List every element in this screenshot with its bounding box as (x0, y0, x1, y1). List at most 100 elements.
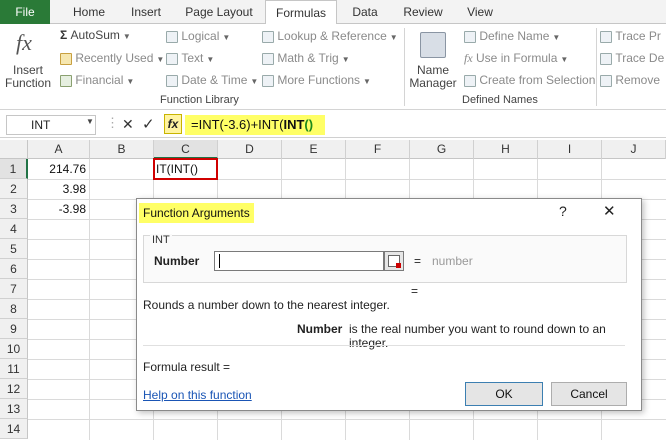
lookup-reference-button[interactable]: Lookup & Reference ▼ (262, 29, 398, 43)
calendar-icon (166, 74, 178, 87)
collapse-dialog-button[interactable] (384, 251, 404, 271)
row-header-5[interactable]: 5 (0, 239, 28, 259)
tab-view[interactable]: View (458, 0, 502, 24)
cancel-x-icon[interactable]: ✕ (122, 116, 134, 133)
help-link[interactable]: Help on this function (143, 388, 252, 402)
row-header-9[interactable]: 9 (0, 319, 28, 339)
column-header-d[interactable]: D (218, 140, 282, 159)
row-header-8[interactable]: 8 (0, 299, 28, 319)
autosum-label: AutoSum (70, 28, 120, 42)
select-all-corner[interactable] (0, 140, 28, 159)
argument-group: INT Number = number (143, 234, 627, 283)
financial-button[interactable]: Financial ▼ (60, 73, 134, 87)
ok-button[interactable]: OK (465, 382, 543, 406)
logical-label: Logical (181, 29, 220, 43)
cell-a3[interactable]: -3.98 (28, 199, 86, 219)
row-header-12[interactable]: 12 (0, 379, 28, 399)
tab-insert[interactable]: Insert (122, 0, 170, 24)
cell-a1[interactable]: 214.76 (28, 159, 86, 179)
row-header-2[interactable]: 2 (0, 179, 28, 199)
row-header-14[interactable]: 14 (0, 419, 28, 439)
dialog-title: Function Arguments (139, 203, 254, 223)
name-manager-icon (420, 32, 446, 58)
create-from-selection-button[interactable]: Create from Selection (464, 73, 595, 87)
recently-used-button[interactable]: Recently Used ▼ (60, 51, 164, 65)
date-time-button[interactable]: Date & Time ▼ (166, 73, 258, 87)
cell-c1-active[interactable]: IT(INT() (153, 158, 218, 180)
cancel-button[interactable]: Cancel (551, 382, 627, 406)
name-box-dropdown-icon[interactable]: ▼ (86, 117, 94, 126)
more-functions-button[interactable]: More Functions ▼ (262, 73, 371, 87)
grid-icon (464, 74, 476, 87)
lookup-icon (262, 30, 274, 43)
row-header-1[interactable]: 1 (0, 159, 28, 179)
chevron-down-icon: ▼ (341, 55, 350, 64)
enter-check-icon[interactable]: ✓ (142, 115, 155, 133)
formula-result-label: Formula result = (143, 360, 231, 374)
define-name-label: Define Name (479, 29, 550, 43)
use-in-formula-label: Use in Formula (476, 51, 558, 65)
recently-used-label: Recently Used (75, 51, 154, 65)
row-header-10[interactable]: 10 (0, 339, 28, 359)
tab-review[interactable]: Review (396, 0, 450, 24)
column-header-b[interactable]: B (90, 140, 154, 159)
column-header-f[interactable]: F (346, 140, 410, 159)
text-cursor (219, 254, 220, 268)
cell-a2[interactable]: 3.98 (28, 179, 86, 199)
column-header-i[interactable]: I (538, 140, 602, 159)
row-header-7[interactable]: 7 (0, 279, 28, 299)
row-header-11[interactable]: 11 (0, 359, 28, 379)
row-header-13[interactable]: 13 (0, 399, 28, 419)
close-icon[interactable]: ✕ (603, 202, 616, 220)
trace-dependents-button[interactable]: Trace De (600, 51, 664, 65)
logical-button[interactable]: Logical ▼ (166, 29, 230, 43)
create-from-selection-label: Create from Selection (479, 73, 596, 87)
column-header-g[interactable]: G (410, 140, 474, 159)
tab-home[interactable]: Home (66, 0, 112, 24)
tab-file[interactable]: File (0, 0, 50, 24)
row-header-3[interactable]: 3 (0, 199, 28, 219)
ribbon-formulas: fx Insert Function Σ AutoSum ▼ Recently U… (0, 24, 666, 110)
column-header-a[interactable]: A (28, 140, 90, 159)
trace-precedents-button[interactable]: Trace Pr (600, 29, 661, 43)
chevron-down-icon: ▼ (560, 55, 569, 64)
math-trig-button[interactable]: Math & Trig ▼ (262, 51, 350, 65)
tab-page-layout[interactable]: Page Layout (180, 0, 258, 24)
column-header-h[interactable]: H (474, 140, 538, 159)
trace-dependents-label: Trace De (615, 51, 665, 65)
define-name-button[interactable]: Define Name ▼ (464, 29, 560, 43)
insert-function-button[interactable]: fx Insert Function (4, 26, 51, 92)
tab-data[interactable]: Data (344, 0, 386, 24)
insert-function-fx-button[interactable]: fx (164, 114, 182, 134)
row-header-4[interactable]: 4 (0, 219, 28, 239)
chevron-down-icon: ▼ (206, 55, 215, 64)
help-icon[interactable]: ? (559, 203, 567, 219)
column-header-j[interactable]: J (602, 140, 666, 159)
tag-icon (464, 30, 476, 43)
function-name-label: INT (150, 234, 172, 246)
text-icon (166, 52, 178, 65)
name-manager-button[interactable]: Name Manager (408, 26, 458, 92)
chevron-down-icon: ▼ (363, 77, 371, 86)
column-header-e[interactable]: E (282, 140, 346, 159)
row-header-6[interactable]: 6 (0, 259, 28, 279)
text-button[interactable]: Text ▼ (166, 51, 214, 65)
tab-formulas[interactable]: Formulas (265, 0, 337, 25)
book-icon (166, 30, 178, 43)
formula-input[interactable]: =INT(-3.6)+INT(INT() (185, 115, 325, 135)
number-arg-input[interactable] (214, 251, 384, 271)
arg-description-label: Number (297, 322, 343, 336)
sigma-icon: Σ (60, 28, 68, 42)
range-select-icon (388, 255, 401, 268)
fx-small-icon: fx (464, 51, 473, 65)
column-header-c[interactable]: C (154, 140, 218, 159)
use-in-formula-button[interactable]: fx Use in Formula ▼ (464, 51, 568, 66)
autosum-button[interactable]: Σ AutoSum ▼ (60, 28, 131, 42)
lookup-reference-label: Lookup & Reference (277, 29, 387, 43)
arg-result: number (432, 254, 473, 268)
chevron-down-icon: ▼ (250, 77, 259, 86)
name-box[interactable]: INT (6, 115, 96, 135)
function-arguments-dialog: Function Arguments ? ✕ INT Number = numb… (136, 198, 642, 411)
remove-arrows-button[interactable]: Remove (600, 73, 660, 87)
formula-bar: INT ▼ ⋮ ✕ ✓ fx =INT(-3.6)+INT(INT() (0, 112, 666, 138)
